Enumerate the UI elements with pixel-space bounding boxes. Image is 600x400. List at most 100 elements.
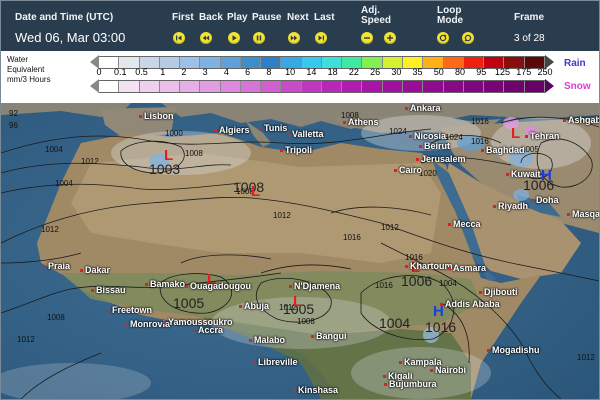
- snow-color-scale: [99, 80, 545, 93]
- pressure-center-value: 1016: [425, 319, 457, 335]
- next-label: Next: [287, 12, 309, 23]
- legend-tick-label: 35: [412, 67, 423, 77]
- isobar-label: 1004: [45, 145, 63, 154]
- legend-tick-label: 95: [476, 67, 487, 77]
- legend-swatch: [504, 81, 525, 92]
- city-label: Baghdad: [481, 145, 525, 155]
- legend-title-line3: mm/3 Hours: [7, 75, 51, 84]
- speed-increase-button[interactable]: [384, 32, 396, 44]
- back-button[interactable]: [200, 32, 212, 44]
- city-marker-icon: [139, 115, 142, 119]
- city-marker-icon: [493, 205, 496, 209]
- city-marker-icon: [448, 267, 451, 271]
- speed-decrease-button[interactable]: [361, 32, 373, 44]
- city-label: Doha: [531, 195, 559, 205]
- loop-mode-label-line2: Mode: [437, 15, 464, 26]
- pause-button[interactable]: [253, 32, 265, 44]
- adj-speed-label: Adj. Speed: [361, 6, 391, 26]
- snow-bar-left-cap: [90, 79, 99, 93]
- city-marker-icon: [145, 283, 148, 287]
- isobar-label: 1012: [381, 223, 399, 232]
- isobar-label: 1016: [375, 281, 393, 290]
- legend-tick-label: 125: [495, 67, 511, 77]
- legend-swatch: [99, 81, 120, 92]
- city-label: Lisbon: [139, 111, 174, 121]
- city-label: Praia: [43, 261, 70, 271]
- play-label: Play: [227, 12, 248, 23]
- legend-tick-label: 1: [160, 67, 166, 77]
- city-marker-icon: [525, 135, 528, 139]
- legend-swatch: [524, 81, 545, 92]
- city-marker-icon: [405, 265, 408, 269]
- legend-swatch: [402, 81, 424, 92]
- legend-swatch: [443, 81, 464, 92]
- last-button[interactable]: [315, 32, 327, 44]
- isobar-label: 1016: [343, 233, 361, 242]
- frame-counter: 3 of 28: [514, 33, 545, 44]
- city-marker-icon: [430, 369, 433, 373]
- legend-swatch: [240, 57, 262, 68]
- loop-mode-a-button[interactable]: [437, 32, 449, 44]
- first-label: First: [172, 12, 194, 23]
- city-label: N'Djamena: [289, 281, 340, 291]
- pause-label: Pause: [252, 12, 282, 23]
- isobar-label: 1004: [55, 179, 73, 188]
- city-marker-icon: [125, 323, 128, 327]
- city-marker-icon: [563, 119, 566, 123]
- snow-label: Snow: [564, 81, 591, 92]
- city-label: Nairobi: [430, 365, 466, 375]
- next-button[interactable]: [288, 32, 300, 44]
- play-button[interactable]: [228, 32, 240, 44]
- frame-label: Frame: [514, 12, 545, 23]
- city-label: Dakar: [80, 265, 110, 275]
- legend-swatch: [423, 81, 444, 92]
- legend-swatch: [220, 81, 241, 92]
- pressure-center-value: 1004: [379, 315, 411, 331]
- city-label: Malabo: [249, 335, 285, 345]
- city-label: Ankara: [405, 103, 441, 113]
- isobar-label: 96: [9, 121, 18, 130]
- first-button[interactable]: [173, 32, 185, 44]
- legend-tick-label: 18: [327, 67, 338, 77]
- legend-tick-label: 22: [348, 67, 359, 77]
- city-marker-icon: [43, 265, 46, 269]
- legend-tick-label: 30: [391, 67, 402, 77]
- legend-tick-label: 0: [96, 67, 102, 77]
- city-marker-icon: [383, 375, 386, 379]
- rain-label: Rain: [564, 58, 586, 69]
- legend-tick-label: 8: [266, 67, 272, 77]
- isobar-label: 1012: [273, 211, 291, 220]
- isobar-label: 1008: [185, 149, 203, 158]
- city-label: Abuja: [239, 301, 269, 311]
- legend-swatch: [463, 81, 485, 92]
- loop-mode-b-button[interactable]: [462, 32, 474, 44]
- city-label: Mecca: [448, 219, 481, 229]
- legend-tick-label: 250: [537, 67, 553, 77]
- loop-mode-label: Loop Mode: [437, 6, 463, 26]
- city-marker-icon: [193, 329, 196, 333]
- legend-tick-label: 50: [433, 67, 444, 77]
- city-marker-icon: [91, 289, 94, 293]
- legend-title: Water Equivalent mm/3 Hours: [7, 55, 51, 85]
- legend-swatch: [382, 81, 403, 92]
- step-back-icon: [202, 35, 210, 41]
- city-label: Tunis: [259, 123, 287, 133]
- city-marker-icon: [311, 335, 314, 339]
- adj-speed-label-line2: Speed: [361, 15, 392, 26]
- city-marker-icon: [259, 127, 262, 131]
- city-marker-icon: [531, 199, 534, 203]
- loop-icon: [439, 34, 447, 42]
- city-label: Jerusalem: [416, 154, 466, 164]
- play-icon: [232, 35, 237, 41]
- pause-icon: [256, 35, 262, 41]
- isobar-label: 1012: [41, 225, 59, 234]
- plus-icon: [387, 35, 393, 41]
- city-marker-icon: [289, 285, 292, 289]
- city-marker-icon: [107, 309, 110, 313]
- pressure-center-value: 1005: [173, 295, 205, 311]
- city-marker-icon: [487, 349, 490, 353]
- last-label: Last: [314, 12, 335, 23]
- low-pressure-marker: L: [164, 147, 174, 164]
- city-label: Ouagadougou: [185, 281, 251, 291]
- legend-tick-label: 3: [202, 67, 208, 77]
